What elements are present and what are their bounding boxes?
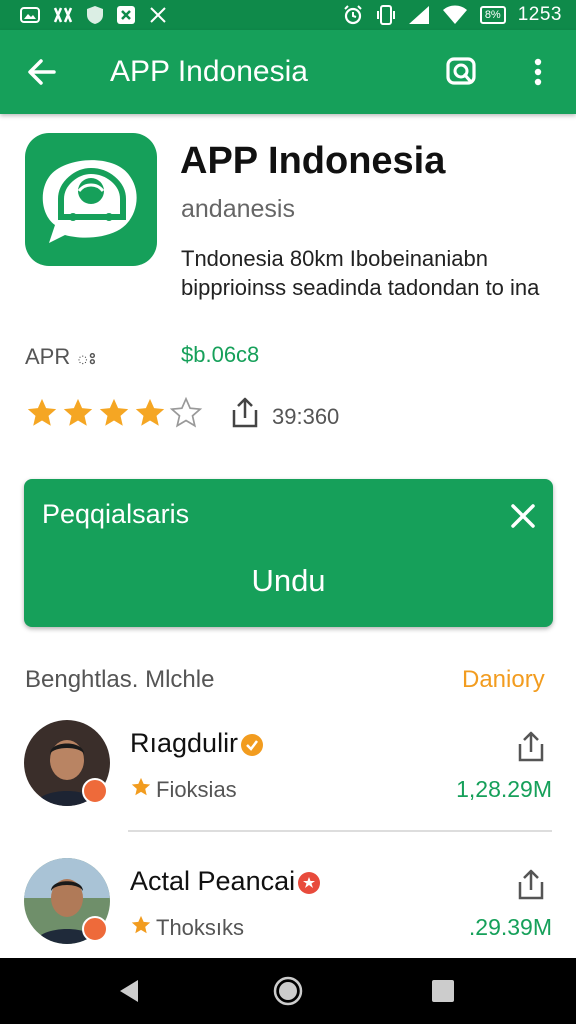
shield-icon xyxy=(86,5,104,25)
share-icon[interactable] xyxy=(514,868,548,902)
item-name-text: Actal Peancai xyxy=(130,866,296,896)
section-action-link[interactable]: Daniory xyxy=(462,666,545,694)
divider xyxy=(128,830,552,832)
share-icon[interactable] xyxy=(228,396,262,430)
nav-recents-icon[interactable] xyxy=(430,978,456,1004)
wifi-icon xyxy=(442,5,468,25)
status-bar: 8% 1253 xyxy=(0,0,576,30)
star-badge-icon xyxy=(130,776,152,804)
section-title: Benghtlas. Mlchle xyxy=(25,666,215,693)
verified-badge-icon xyxy=(240,733,264,757)
status-time: 1253 xyxy=(517,4,562,25)
star-filled-icon xyxy=(61,396,95,430)
nav-back-icon[interactable] xyxy=(114,976,144,1006)
signal-icon xyxy=(408,5,430,25)
star-filled-icon xyxy=(25,396,59,430)
star-filled-icon xyxy=(97,396,131,430)
star-badge-icon xyxy=(130,914,152,942)
alarm-icon xyxy=(342,4,364,26)
app-bar: APP Indonesia xyxy=(0,30,576,114)
system-nav-bar xyxy=(0,958,576,1024)
item-category-text: Fioksias xyxy=(156,777,237,802)
star-empty-icon xyxy=(169,396,203,430)
developer-name[interactable]: andanesis xyxy=(181,194,295,224)
item-name: Rıagdulir xyxy=(130,728,264,759)
download-button[interactable]: Undu xyxy=(24,563,553,599)
status-left xyxy=(20,5,168,25)
close-icon[interactable] xyxy=(508,501,538,531)
item-value: .29.39M xyxy=(468,914,552,940)
app-icon xyxy=(25,133,157,266)
search-icon[interactable] xyxy=(444,54,480,90)
item-name-text: Rıagdulir xyxy=(130,728,239,758)
app-description: Tndonesia 80km Ibobeinaniabn bipprioinss… xyxy=(181,246,540,300)
avatar-badge-icon xyxy=(82,778,108,804)
star-filled-icon xyxy=(133,396,167,430)
price-value: $b.06c8 xyxy=(181,342,260,367)
verified-badge-icon xyxy=(297,871,321,895)
downloads-count: 39:360 xyxy=(272,404,340,429)
avatar-badge-icon xyxy=(82,916,108,942)
arrow-left-icon[interactable] xyxy=(24,54,60,90)
page-title: APP Indonesia xyxy=(110,55,308,88)
cross-icon xyxy=(148,5,168,25)
gallery-icon xyxy=(20,7,40,23)
item-category: Fioksias xyxy=(130,776,237,804)
share-icon[interactable] xyxy=(514,730,548,764)
more-vert-icon[interactable] xyxy=(526,54,550,90)
bluetooth-icon xyxy=(52,6,74,24)
item-name: Actal Peancai xyxy=(130,866,321,897)
vibrate-icon xyxy=(376,4,396,26)
banner-label: Peqqialsaris xyxy=(42,499,190,529)
battery-icon: 8% xyxy=(479,6,506,24)
install-banner: Peqqialsaris Undu xyxy=(24,479,553,627)
item-value: 1,28.29M xyxy=(456,776,552,802)
nav-home-icon[interactable] xyxy=(272,975,304,1007)
rating-stars xyxy=(25,396,205,430)
size-label: APR ః xyxy=(25,344,96,369)
item-category: Thoksıks xyxy=(130,914,244,942)
x-app-icon xyxy=(116,5,136,25)
app-name: APP Indonesia xyxy=(180,140,446,182)
status-right: 8% 1253 xyxy=(342,4,562,26)
item-category-text: Thoksıks xyxy=(156,915,245,940)
